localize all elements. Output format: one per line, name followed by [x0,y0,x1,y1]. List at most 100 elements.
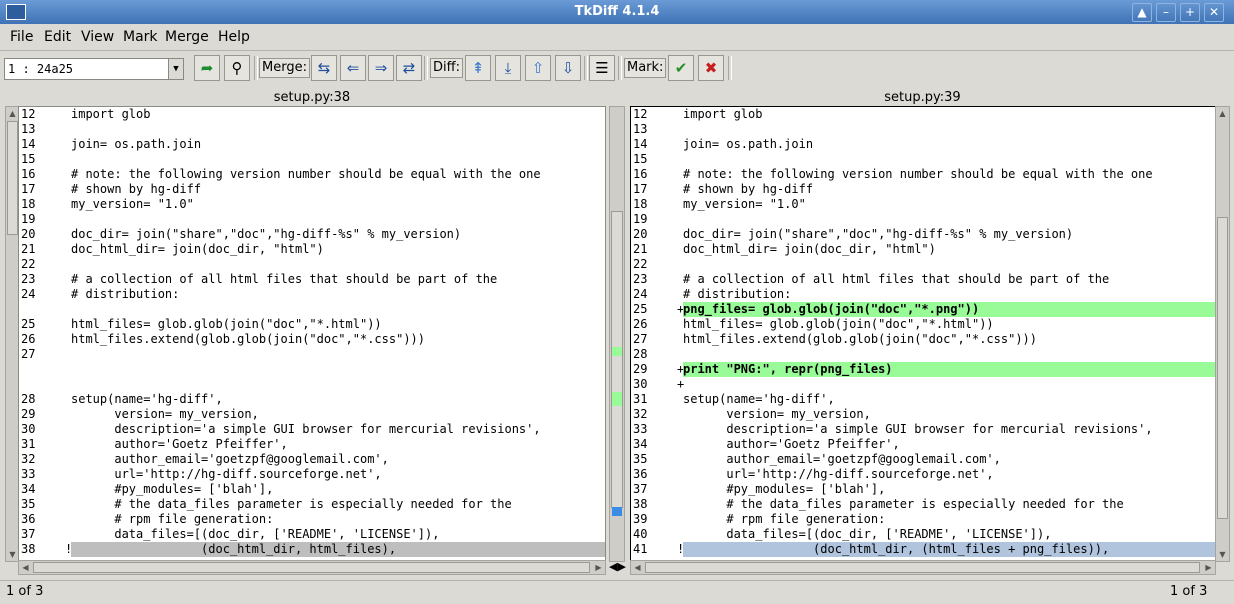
merge-swap-icon[interactable]: ⇄ [396,55,422,81]
code-line: 20 doc_dir= join("share","doc","hg-diff-%… [631,227,1215,242]
left-diff-pane[interactable]: 12 import glob 13 14 join= os.path.join 15 16 #… [18,106,606,562]
pane-split-handle-icon[interactable]: ◀▶ [609,560,626,573]
right-scroll-thumb[interactable] [1217,217,1228,519]
scroll-up-icon[interactable]: ▲ [1217,108,1228,119]
scroll-up-icon[interactable]: ▲ [7,108,18,119]
code-line: 33 url='http://hg-diff.sourceforge.net', [19,467,605,482]
line-number: 30 [21,422,36,436]
line-text: data_files=[(doc_dir, ['README', 'LICENS… [683,527,1052,541]
code-line: 22 [19,257,605,272]
line-number: 36 [21,512,36,526]
line-text: url='http://hg-diff.sourceforge.net', [683,467,994,481]
scroll-left-icon[interactable]: ◀ [632,562,643,573]
close-icon[interactable]: ✕ [1204,3,1224,22]
unmark-x-icon[interactable]: ✖ [698,55,724,81]
merge-right-icon[interactable]: ⇒ [368,55,394,81]
diff-map-bar[interactable] [609,106,625,562]
line-number: 39 [633,512,648,526]
line-text: setup(name='hg-diff', [683,392,835,406]
line-number: 15 [21,152,36,166]
first-diff-icon[interactable]: ⇞ [465,55,491,81]
minimize-icon[interactable]: – [1156,3,1176,22]
find-binoculars-icon[interactable]: ⚲ [224,55,250,81]
maximize-icon[interactable]: + [1180,3,1200,22]
scroll-down-icon[interactable]: ▼ [1217,549,1228,560]
scroll-right-icon[interactable]: ▶ [1203,562,1214,573]
menu-edit[interactable]: Edit [44,29,71,45]
scroll-right-icon[interactable]: ▶ [593,562,604,573]
left-file-title: setup.py:38 [273,90,351,105]
line-text: author_email='goetzpf@googlemail.com', [71,452,389,466]
line-number: 33 [633,422,648,436]
line-text: data_files=[(doc_dir, ['README', 'LICENS… [71,527,440,541]
code-line: 18 my_version= "1.0" [631,197,1215,212]
code-line: 28 setup(name='hg-diff', [19,392,605,407]
line-number: 13 [633,122,648,136]
line-text: html_files= glob.glob(join("doc","*.html… [683,317,994,331]
right-diff-pane[interactable]: 12 import glob 13 14 join= os.path.join 15 16 #… [630,106,1216,562]
scroll-left-icon[interactable]: ◀ [20,562,31,573]
code-line: 26 html_files.extend(glob.glob(join("doc"… [19,332,605,347]
previous-diff-icon[interactable]: ⇧ [525,55,551,81]
center-current-diff-icon[interactable]: ☰ [589,55,615,81]
menu-bar: File Edit View Mark Merge Help [0,24,1234,51]
line-text: # shown by hg-diff [71,182,202,196]
code-line: 15 [631,152,1215,167]
code-line: 27 html_files.extend(glob.glob(join("doc"… [631,332,1215,347]
line-number: 17 [21,182,36,196]
line-number: 28 [633,347,648,361]
diff-selector-combo[interactable]: 1 : 24a25 ▼ [4,58,184,80]
menu-merge[interactable]: Merge [165,29,209,45]
map-viewport[interactable] [611,211,623,508]
line-number: 26 [21,332,36,346]
menu-help[interactable]: Help [218,29,250,45]
line-number: 33 [21,467,36,481]
left-hscroll-thumb[interactable] [33,562,590,573]
line-text: version= my_version, [683,407,871,421]
line-text: # shown by hg-diff [683,182,814,196]
code-line: 19 [631,212,1215,227]
menu-mark[interactable]: Mark [123,29,158,45]
line-text: # a collection of all html files that sh… [683,272,1110,286]
line-text: #py_modules= ['blah'], [71,482,274,496]
code-line: 13 [19,122,605,137]
change-marker: + [677,377,685,391]
next-diff-arrow-icon[interactable]: ➦ [194,55,220,81]
line-text: png_files= glob.glob(join("doc","*.png")… [683,302,1215,317]
left-scroll-thumb[interactable] [7,121,18,235]
menu-view[interactable]: View [81,29,114,45]
code-line: 30 description='a simple GUI browser for… [19,422,605,437]
line-number: 32 [21,452,36,466]
line-text: # distribution: [683,287,792,301]
next-diff-icon[interactable]: ⇩ [555,55,581,81]
line-number: 31 [633,392,648,406]
line-number: 24 [21,287,36,301]
mark-checkmark-icon[interactable]: ✔ [668,55,694,81]
last-diff-icon[interactable]: ⤓ [495,55,521,81]
merge-left-icon[interactable]: ⇐ [340,55,366,81]
right-hscroll-thumb[interactable] [645,562,1200,573]
chevron-down-icon[interactable]: ▼ [168,59,183,79]
line-number: 16 [633,167,648,181]
diff-selector-value: 1 : 24a25 [8,62,74,76]
right-horizontal-scrollbar[interactable]: ◀ ▶ [630,560,1216,575]
line-number: 18 [21,197,36,211]
line-text: html_files.extend(glob.glob(join("doc","… [683,332,1038,346]
code-line: 25 html_files= glob.glob(join("doc","*.ht… [19,317,605,332]
code-line: 38! (doc_html_dir, html_files), [19,542,605,557]
scroll-down-icon[interactable]: ▼ [7,549,18,560]
code-line: 23 # a collection of all html files that … [631,272,1215,287]
left-horizontal-scrollbar[interactable]: ◀ ▶ [18,560,606,575]
code-line: 14 join= os.path.join [19,137,605,152]
menu-file[interactable]: File [10,29,33,45]
code-line: 30 + [631,377,1215,392]
right-vertical-scrollbar[interactable]: ▲ ▼ [1215,106,1230,562]
code-line: 12 import glob [19,107,605,122]
code-line: 19 [19,212,605,227]
line-number: 36 [633,467,648,481]
merge-choice-both-icon[interactable]: ⇆ [311,55,337,81]
shade-icon[interactable]: ▲ [1132,3,1152,22]
line-number: 12 [21,107,36,121]
